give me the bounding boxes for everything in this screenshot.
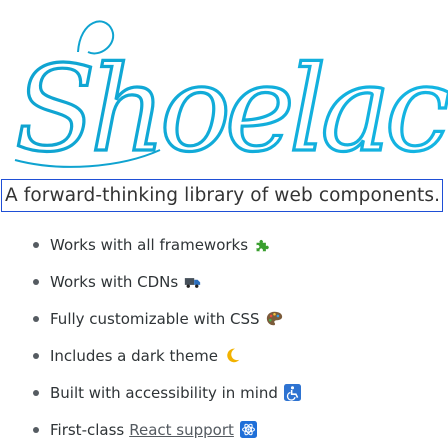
readme-page: Shoelace A forward-thinking library of w…	[0, 0, 448, 448]
truck-icon	[185, 278, 201, 288]
bullet-icon	[33, 278, 39, 285]
feature-text: Works with CDNs	[50, 272, 179, 291]
list-item: Includes a dark theme	[0, 337, 448, 374]
logo-wordmark: Shoelace	[15, 40, 448, 175]
atom-icon	[239, 421, 257, 438]
wheelchair-icon	[283, 384, 301, 401]
tagline: A forward-thinking library of web compon…	[1, 179, 443, 212]
feature-text: Works with all frameworks	[50, 235, 249, 254]
react-support-link[interactable]: React support	[129, 421, 234, 439]
feature-text: Includes a dark theme	[50, 346, 218, 365]
puzzle-piece-icon	[256, 239, 269, 252]
feature-list: Works with all frameworks Works with CDN…	[0, 226, 448, 448]
bullet-icon	[33, 241, 39, 248]
shoelace-logo: Shoelace	[0, 0, 448, 175]
list-item: First-class React support	[0, 411, 448, 448]
list-item: Works with all frameworks	[0, 226, 448, 263]
list-item: Built with accessibility in mind	[0, 374, 448, 411]
bullet-icon	[33, 389, 39, 396]
feature-text: Fully customizable with CSS	[50, 309, 260, 328]
bullet-icon	[33, 315, 39, 322]
feature-text: First-class	[50, 420, 125, 439]
list-item: Fully customizable with CSS	[0, 300, 448, 337]
crescent-moon-icon	[227, 348, 240, 363]
bullet-icon	[33, 426, 39, 433]
feature-text: Built with accessibility in mind	[50, 383, 278, 402]
bullet-icon	[33, 352, 39, 359]
palette-icon	[266, 311, 282, 326]
list-item: Works with CDNs	[0, 263, 448, 300]
